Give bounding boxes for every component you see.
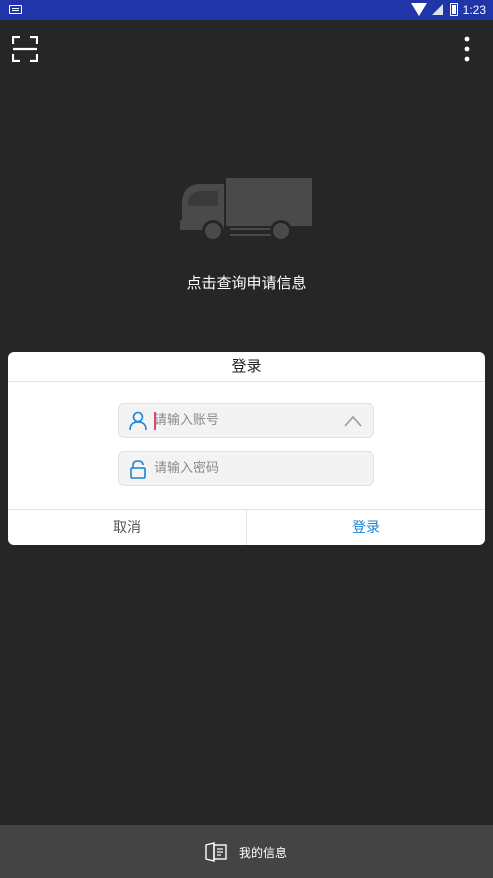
text-cursor bbox=[154, 412, 156, 430]
user-icon bbox=[129, 411, 147, 431]
id-card-icon bbox=[205, 842, 227, 862]
lock-icon bbox=[130, 460, 146, 479]
status-bar: 1:23 bbox=[0, 0, 493, 20]
dialog-title: 登录 bbox=[8, 352, 485, 382]
nav-my-info[interactable]: 我的信息 bbox=[204, 839, 287, 865]
status-time: 1:23 bbox=[462, 3, 486, 17]
login-button[interactable]: 登录 bbox=[247, 510, 485, 545]
scan-icon[interactable] bbox=[12, 36, 38, 62]
truck-icon bbox=[180, 178, 312, 242]
keyboard-icon bbox=[9, 5, 22, 14]
battery-icon bbox=[450, 3, 458, 16]
signal-icon bbox=[432, 4, 443, 15]
password-field[interactable] bbox=[118, 451, 374, 486]
nav-my-info-label: 我的信息 bbox=[239, 845, 288, 860]
chevron-up-icon[interactable] bbox=[343, 414, 363, 428]
account-field[interactable] bbox=[118, 403, 374, 438]
dialog-actions: 取消 登录 bbox=[8, 509, 485, 545]
password-input[interactable] bbox=[154, 452, 334, 485]
wifi-icon bbox=[411, 3, 427, 16]
login-dialog: 登录 取消 登录 bbox=[8, 352, 485, 545]
bottom-nav: 我的信息 bbox=[0, 825, 493, 878]
account-input[interactable] bbox=[154, 404, 334, 437]
more-vert-icon[interactable] bbox=[458, 36, 476, 62]
query-application-hint[interactable]: 点击查询申请信息 bbox=[0, 272, 493, 293]
cancel-button[interactable]: 取消 bbox=[8, 510, 247, 545]
